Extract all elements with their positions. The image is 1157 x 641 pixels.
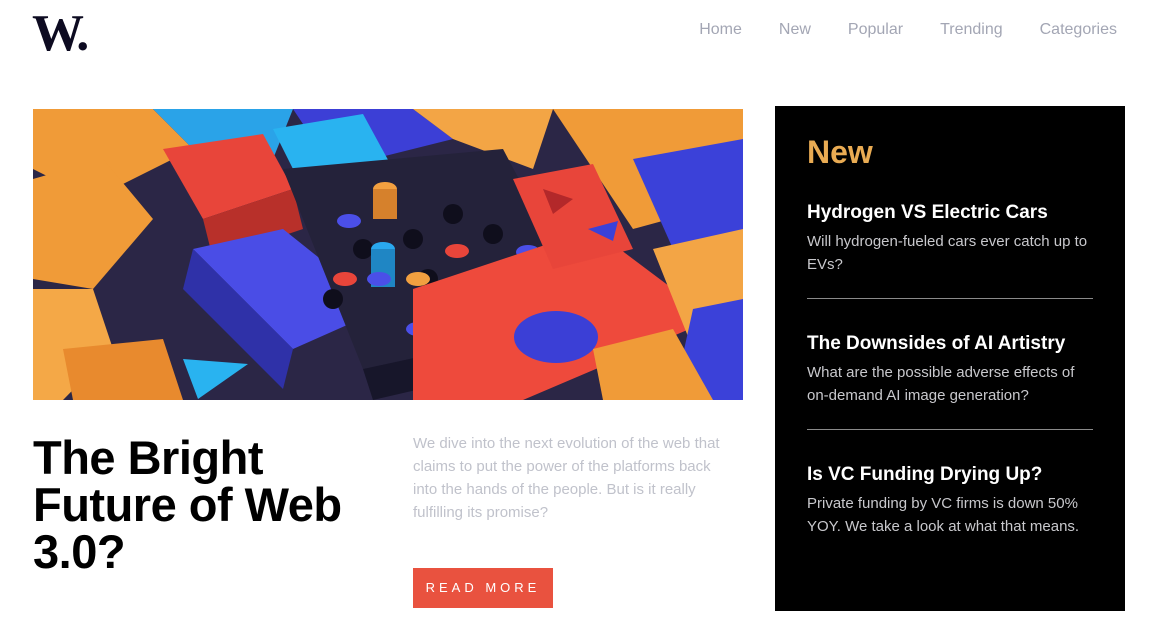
news-item-description: Private funding by VC firms is down 50% … bbox=[807, 495, 1080, 535]
new-articles-panel: New Hydrogen VS Electric Cars Will hydro… bbox=[775, 106, 1125, 611]
nav-popular[interactable]: Popular bbox=[848, 20, 903, 40]
news-item-description: What are the possible adverse effects of… bbox=[807, 364, 1075, 404]
nav-trending[interactable]: Trending bbox=[940, 20, 1003, 40]
news-item[interactable]: Hydrogen VS Electric Cars Will hydrogen-… bbox=[807, 200, 1093, 299]
site-logo[interactable]: W. bbox=[32, 5, 89, 62]
news-item[interactable]: Is VC Funding Drying Up? Private funding… bbox=[807, 462, 1093, 560]
read-more-button[interactable]: READ MORE bbox=[413, 568, 553, 608]
logo-dot: . bbox=[76, 5, 89, 62]
nav-home[interactable]: Home bbox=[699, 20, 742, 40]
abstract-3d-blocks-image bbox=[33, 109, 743, 400]
news-item-description: Will hydrogen-fueled cars ever catch up … bbox=[807, 233, 1088, 273]
nav-categories[interactable]: Categories bbox=[1040, 20, 1117, 40]
news-item-title[interactable]: The Downsides of AI Artistry bbox=[807, 331, 1093, 357]
hero-image bbox=[33, 109, 743, 400]
nav-new[interactable]: New bbox=[779, 20, 811, 40]
news-item-title[interactable]: Hydrogen VS Electric Cars bbox=[807, 200, 1093, 226]
news-item[interactable]: The Downsides of AI Artistry What are th… bbox=[807, 331, 1093, 430]
hero-summary: We dive into the next evolution of the w… bbox=[413, 435, 720, 521]
new-panel-title: New bbox=[807, 134, 873, 170]
main-nav: Home New Popular Trending Categories bbox=[699, 20, 1117, 40]
news-item-title[interactable]: Is VC Funding Drying Up? bbox=[807, 462, 1093, 488]
hero-headline[interactable]: The Bright Future of Web 3.0? bbox=[33, 434, 363, 575]
logo-letter: W bbox=[32, 5, 79, 62]
